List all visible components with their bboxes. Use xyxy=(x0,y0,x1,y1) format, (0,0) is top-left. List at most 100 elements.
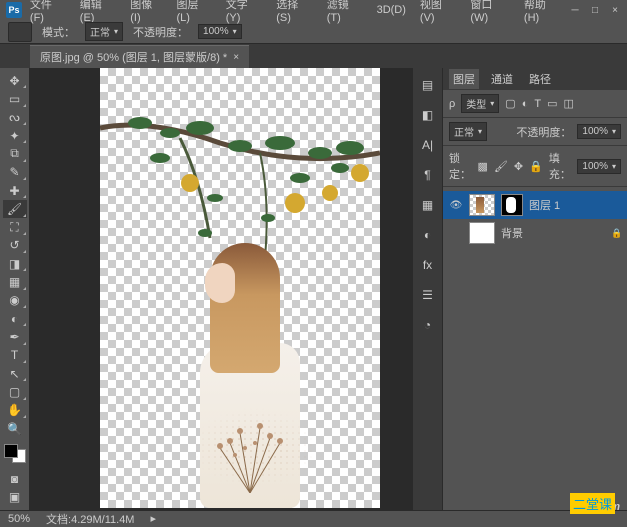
layer-opacity-dropdown[interactable]: 100% xyxy=(577,124,621,139)
lock-icon: 🔒 xyxy=(611,228,621,238)
kind-filter-dropdown[interactable]: 类型 xyxy=(461,94,499,113)
close-button[interactable]: × xyxy=(609,4,621,16)
document-info[interactable]: 文档:4.29M/11.4M xyxy=(46,511,134,527)
minimize-button[interactable]: ─ xyxy=(569,4,581,16)
zoom-tool[interactable]: 🔍 xyxy=(3,420,27,437)
history-brush-tool[interactable]: ↺ xyxy=(3,237,27,254)
blend-mode-dropdown[interactable]: 正常 xyxy=(85,22,123,41)
fill-dropdown[interactable]: 100% xyxy=(577,159,621,174)
canvas-area[interactable] xyxy=(30,68,412,510)
filter-smart-icon[interactable]: ◫ xyxy=(563,97,573,110)
layer-blend-mode-dropdown[interactable]: 正常 xyxy=(449,122,487,141)
pen-tool[interactable]: ✒ xyxy=(3,328,27,345)
tab-layers[interactable]: 图层 xyxy=(449,69,479,89)
properties-panel-icon[interactable]: ☰ xyxy=(417,286,439,304)
menu-type[interactable]: 文字(Y) xyxy=(220,0,268,26)
info-panel-icon[interactable]: ◔ xyxy=(417,316,439,334)
hand-tool[interactable]: ✋ xyxy=(3,402,27,419)
layer-thumbnail[interactable] xyxy=(469,194,495,216)
lasso-tool[interactable]: ᔓ xyxy=(3,109,27,126)
color-swatches[interactable] xyxy=(4,444,26,463)
visibility-toggle-icon[interactable]: 👁 xyxy=(449,198,463,212)
fill-label: 填充： xyxy=(549,150,572,182)
menu-3d[interactable]: 3D(D) xyxy=(371,2,412,18)
filter-pixel-icon[interactable]: ▢ xyxy=(505,97,515,110)
move-tool[interactable]: ✥ xyxy=(3,72,27,89)
layer-thumbnail[interactable] xyxy=(469,222,495,244)
menu-filter[interactable]: 滤镜(T) xyxy=(321,0,369,26)
maximize-button[interactable]: □ xyxy=(589,4,601,16)
shape-tool[interactable]: ▢ xyxy=(3,383,27,400)
document-tab[interactable]: 原图.jpg @ 50% (图层 1, 图层蒙版/8) * × xyxy=(30,45,249,68)
blend-mode-label: 模式： xyxy=(42,24,75,40)
zoom-level[interactable]: 50% xyxy=(8,513,30,525)
filter-adjustment-icon[interactable]: ◐ xyxy=(522,98,529,110)
opacity-label: 不透明度： xyxy=(133,24,188,40)
collapsed-panel-dock: ▤ ◧ A| ¶ ▦ ◐ fx ☰ ◔ xyxy=(412,68,442,510)
opacity-dropdown[interactable]: 100% xyxy=(198,24,242,39)
layer-name[interactable]: 图层 1 xyxy=(529,197,560,213)
dodge-tool[interactable]: ◐ xyxy=(3,310,27,327)
menu-window[interactable]: 窗口(W) xyxy=(464,0,516,26)
clone-stamp-tool[interactable]: ⛶ xyxy=(3,219,27,236)
screen-mode-toggle[interactable]: ▣ xyxy=(3,489,27,506)
paragraph-panel-icon[interactable]: ¶ xyxy=(417,166,439,184)
status-chevron-icon[interactable]: ▸ xyxy=(150,512,156,525)
main-area: ✥ ▭ ᔓ ✦ ⧉ ✎ ✚ 🖌 ⛶ ↺ ◨ ▦ ◉ ◐ ✒ T ↖ ▢ ✋ 🔍 … xyxy=(0,68,627,510)
menu-image[interactable]: 图像(I) xyxy=(124,0,168,26)
layer-mask-thumbnail[interactable] xyxy=(501,194,523,216)
lock-all-icon[interactable]: 🔒 xyxy=(529,160,543,173)
layer-row-background[interactable]: 背景 🔒 xyxy=(443,219,627,247)
layer-opacity-label: 不透明度： xyxy=(516,124,571,140)
status-bar: 50% 文档:4.29M/11.4M ▸ xyxy=(0,510,627,526)
eraser-tool[interactable]: ◨ xyxy=(3,255,27,272)
marquee-tool[interactable]: ▭ xyxy=(3,90,27,107)
blend-opacity-row: 正常 不透明度： 100% xyxy=(443,118,627,146)
flowers-graphic xyxy=(190,393,310,493)
layers-panel: 图层 通道 路径 ρ 类型 ▢ ◐ T ▭ ◫ 正常 不透明度： 100% 锁定… xyxy=(442,68,627,510)
lock-position-icon[interactable]: ✥ xyxy=(514,160,523,173)
filter-type-icon[interactable]: T xyxy=(534,98,541,110)
document-tab-bar: 原图.jpg @ 50% (图层 1, 图层蒙版/8) * × xyxy=(0,44,627,68)
window-controls: ─ □ × xyxy=(569,4,621,16)
lock-pixels-icon[interactable]: 🖌 xyxy=(494,160,508,173)
type-tool[interactable]: T xyxy=(3,347,27,364)
document-tab-title: 原图.jpg @ 50% (图层 1, 图层蒙版/8) * xyxy=(40,49,227,65)
crop-tool[interactable]: ⧉ xyxy=(3,145,27,162)
eyedropper-tool[interactable]: ✎ xyxy=(3,164,27,181)
adjustments-panel-icon[interactable]: ◐ xyxy=(417,226,439,244)
gradient-tool[interactable]: ▦ xyxy=(3,273,27,290)
styles-panel-icon[interactable]: fx xyxy=(417,256,439,274)
tab-channels[interactable]: 通道 xyxy=(487,69,517,89)
color-panel-icon[interactable]: ◧ xyxy=(417,106,439,124)
menu-select[interactable]: 选择(S) xyxy=(270,0,318,26)
document-canvas[interactable] xyxy=(100,68,380,508)
visibility-toggle-icon[interactable] xyxy=(449,226,463,240)
menu-view[interactable]: 视图(V) xyxy=(414,0,462,26)
lock-fill-row: 锁定： ▩ 🖌 ✥ 🔒 填充： 100% xyxy=(443,146,627,187)
quick-mask-toggle[interactable]: ◙ xyxy=(3,470,27,487)
foreground-color[interactable] xyxy=(4,444,18,458)
app-logo: Ps xyxy=(6,2,22,18)
layers-list: 👁 图层 1 背景 🔒 xyxy=(443,187,627,251)
person-graphic xyxy=(190,243,320,508)
lock-transparency-icon[interactable]: ▩ xyxy=(478,160,488,173)
path-selection-tool[interactable]: ↖ xyxy=(3,365,27,382)
tool-preset-picker[interactable] xyxy=(8,22,32,42)
menu-help[interactable]: 帮助(H) xyxy=(518,0,567,26)
healing-brush-tool[interactable]: ✚ xyxy=(3,182,27,199)
magic-wand-tool[interactable]: ✦ xyxy=(3,127,27,144)
character-panel-icon[interactable]: A| xyxy=(417,136,439,154)
layer-row-layer1[interactable]: 👁 图层 1 xyxy=(443,191,627,219)
tab-paths[interactable]: 路径 xyxy=(525,69,555,89)
swatches-panel-icon[interactable]: ▦ xyxy=(417,196,439,214)
watermark-subtitle: 二堂课 xyxy=(570,493,615,514)
panel-tab-bar: 图层 通道 路径 xyxy=(443,68,627,90)
history-panel-icon[interactable]: ▤ xyxy=(417,76,439,94)
brush-tool[interactable]: 🖌 xyxy=(3,200,27,217)
close-tab-icon[interactable]: × xyxy=(233,52,239,63)
filter-shape-icon[interactable]: ▭ xyxy=(547,97,557,110)
menu-layer[interactable]: 图层(L) xyxy=(170,0,217,26)
layer-name[interactable]: 背景 xyxy=(501,225,523,241)
blur-tool[interactable]: ◉ xyxy=(3,292,27,309)
